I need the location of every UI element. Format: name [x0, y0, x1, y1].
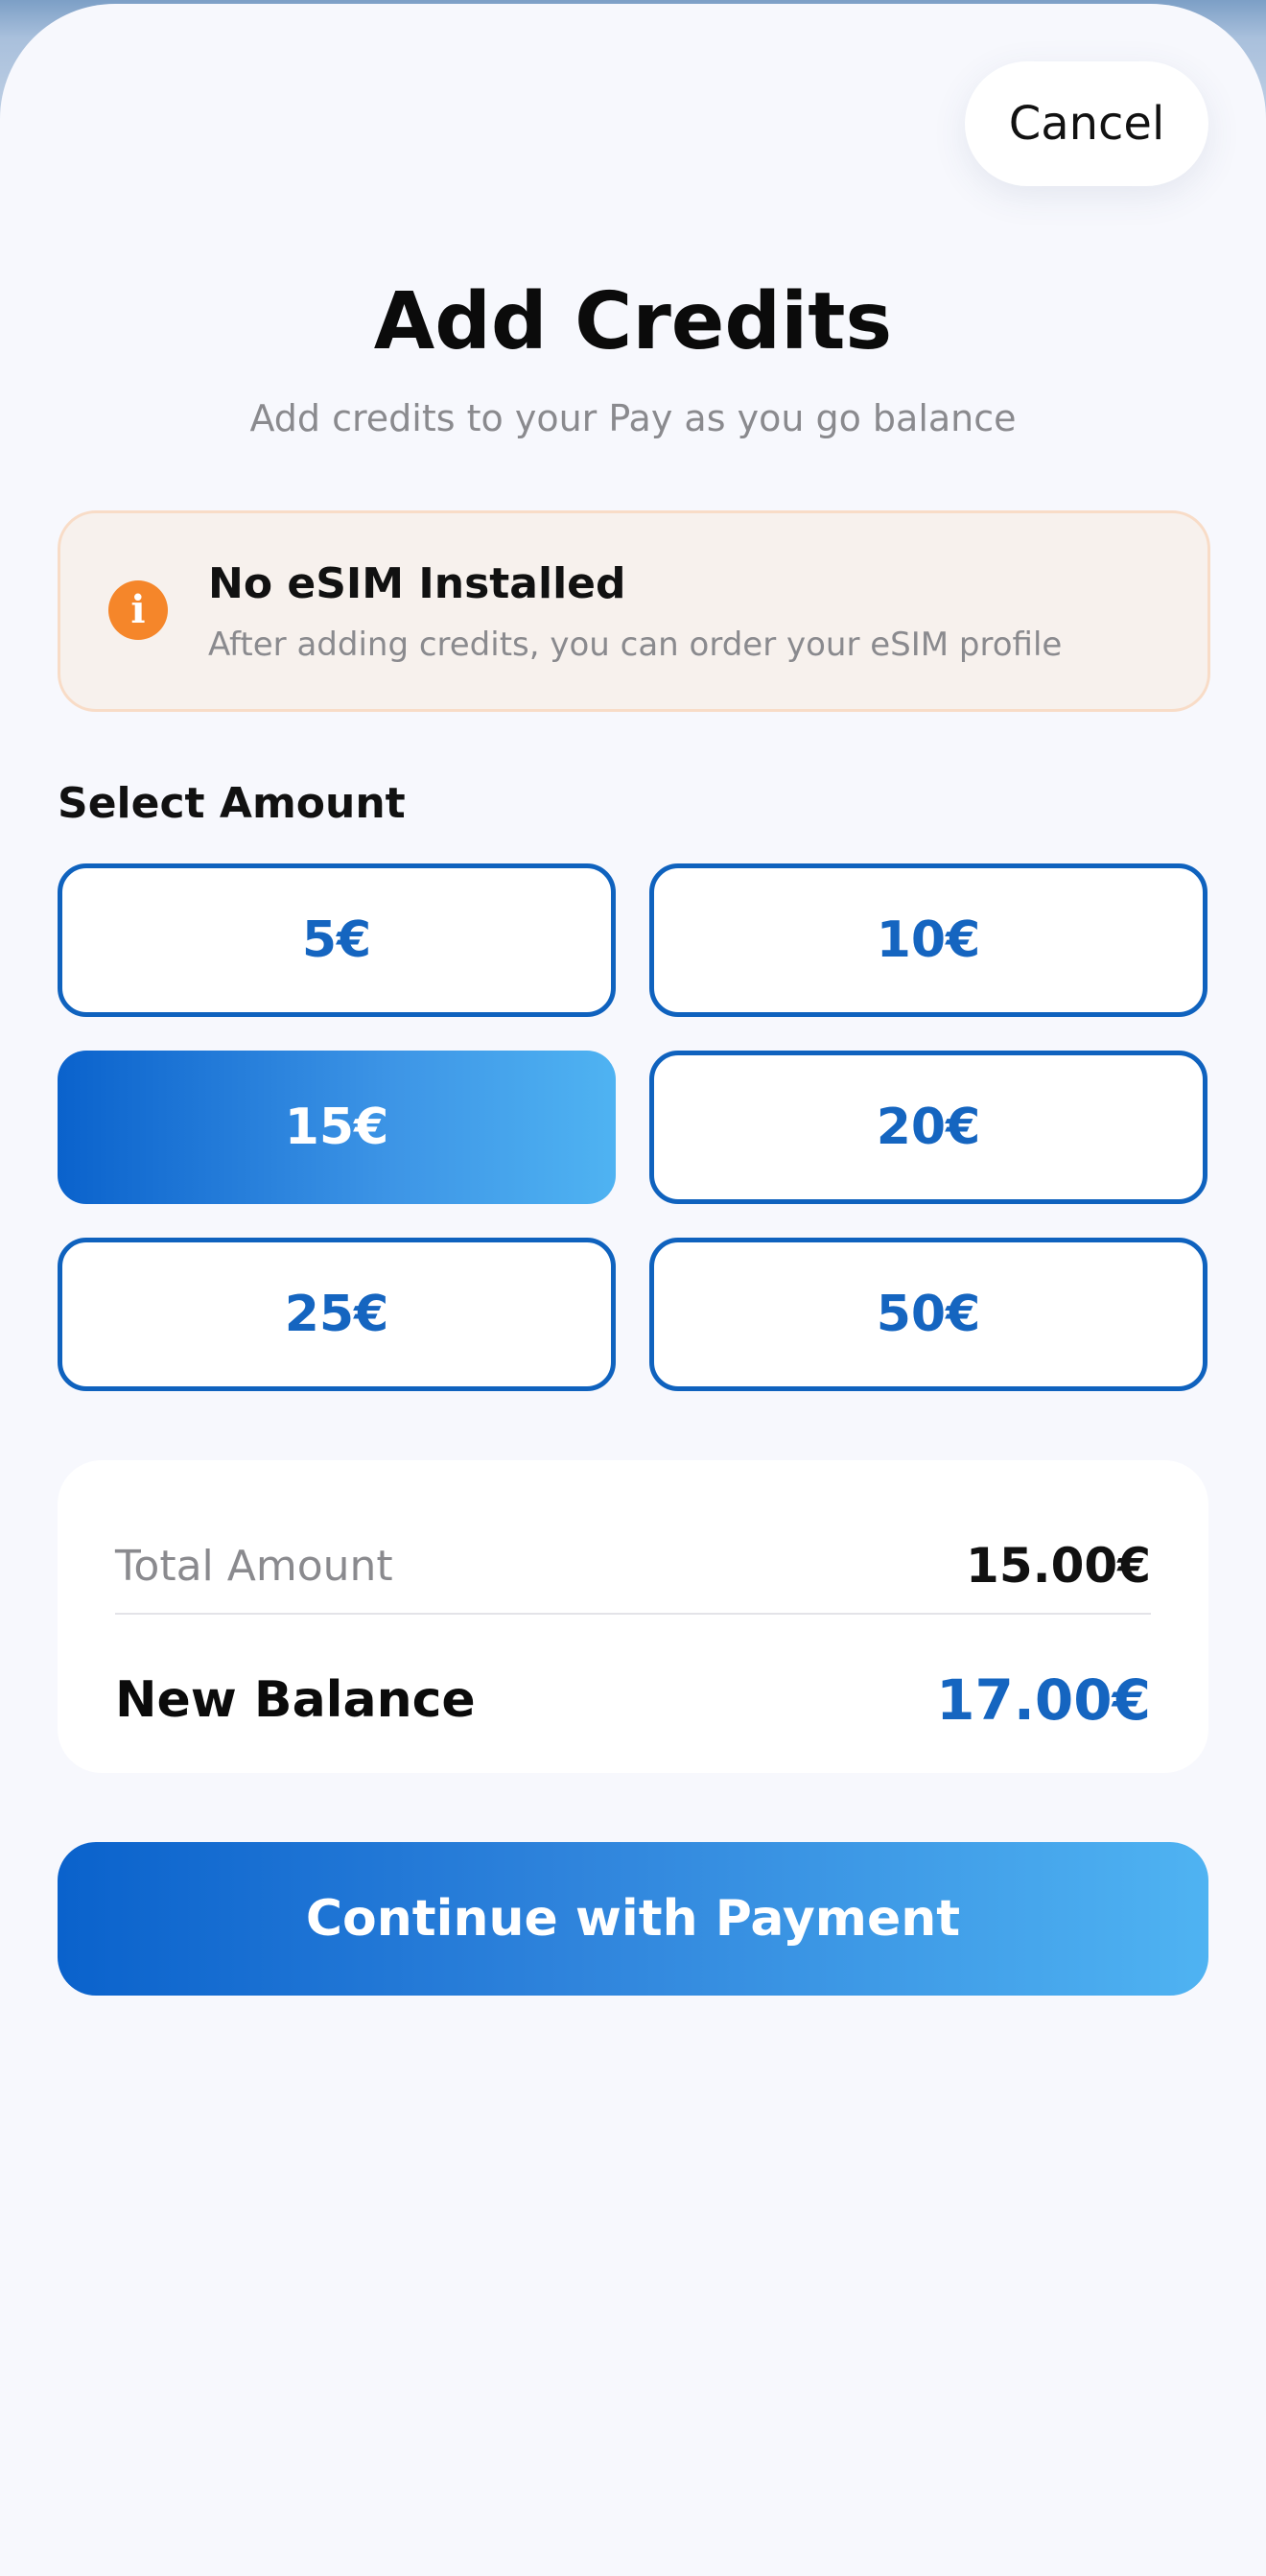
- new-balance-value: 17.00€: [936, 1667, 1151, 1733]
- total-amount-label: Total Amount: [115, 1541, 393, 1591]
- cancel-button[interactable]: Cancel: [965, 61, 1208, 186]
- page-subtitle: Add credits to your Pay as you go balanc…: [249, 397, 1017, 439]
- payment-summary-card: Total Amount 15.00€ New Balance 17.00€: [58, 1460, 1208, 1773]
- continue-with-payment-button[interactable]: Continue with Payment: [58, 1842, 1208, 1996]
- amount-option-15[interactable]: 15€: [58, 1051, 616, 1204]
- new-balance-row: New Balance 17.00€: [115, 1650, 1151, 1750]
- amount-option-20[interactable]: 20€: [649, 1051, 1207, 1204]
- amount-option-5[interactable]: 5€: [58, 863, 616, 1017]
- add-credits-sheet: Cancel Add Credits Add credits to your P…: [0, 4, 1266, 2576]
- info-icon: i: [108, 580, 168, 640]
- page-title: Add Credits: [373, 276, 893, 367]
- notice-title: No eSIM Installed: [208, 559, 626, 608]
- summary-divider: [115, 1613, 1151, 1615]
- notice-text: After adding credits, you can order your…: [208, 626, 1063, 664]
- select-amount-label: Select Amount: [58, 779, 406, 828]
- amount-option-50[interactable]: 50€: [649, 1238, 1207, 1391]
- amount-option-10[interactable]: 10€: [649, 863, 1207, 1017]
- new-balance-label: New Balance: [115, 1671, 476, 1729]
- total-amount-value: 15.00€: [966, 1538, 1151, 1594]
- total-amount-row: Total Amount 15.00€: [115, 1520, 1151, 1612]
- no-esim-notice: i No eSIM Installed After adding credits…: [58, 510, 1210, 712]
- amount-option-25[interactable]: 25€: [58, 1238, 616, 1391]
